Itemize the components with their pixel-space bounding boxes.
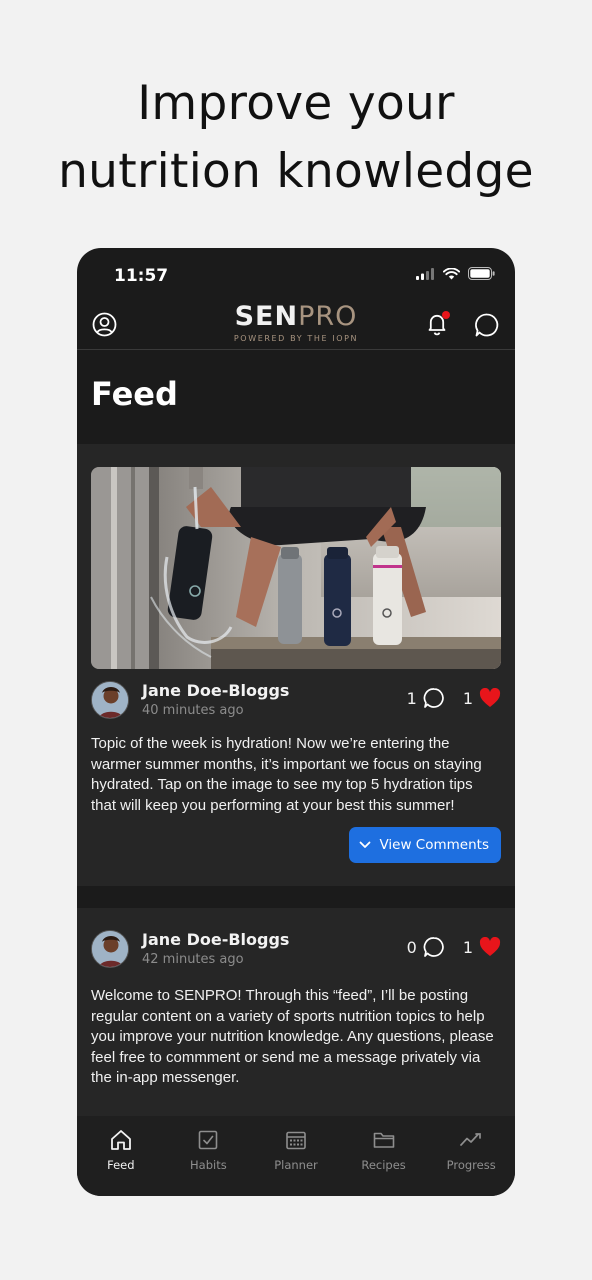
- folder-icon: [373, 1132, 394, 1148]
- post-stats: 0 1: [407, 936, 501, 958]
- promo-headline: Improve your nutrition knowledge: [0, 70, 592, 206]
- tab-label: Recipes: [361, 1158, 406, 1172]
- notification-bell-icon[interactable]: [423, 310, 451, 338]
- chevron-down-icon: [360, 841, 371, 848]
- view-comments-button[interactable]: View Comments: [349, 827, 501, 863]
- tab-habits[interactable]: Habits: [165, 1116, 253, 1196]
- tab-progress[interactable]: Progress: [427, 1116, 515, 1196]
- post-author-row: Jane Doe-Bloggs 40 minutes ago 1 1: [91, 681, 501, 721]
- heart-icon[interactable]: [479, 688, 501, 708]
- post-separator: [77, 886, 515, 908]
- comment-count: 1: [406, 688, 417, 708]
- profile-icon[interactable]: [92, 312, 117, 337]
- tab-label: Feed: [107, 1158, 135, 1172]
- like-count: 1: [462, 688, 473, 708]
- post-timestamp: 40 minutes ago: [142, 703, 244, 718]
- status-time: 11:57: [114, 266, 169, 286]
- comment-count: 0: [406, 937, 417, 957]
- heart-icon[interactable]: [479, 937, 501, 957]
- comment-icon[interactable]: [423, 936, 445, 958]
- status-bar: 11:57: [77, 248, 515, 300]
- messages-icon[interactable]: [474, 312, 500, 338]
- checkbox-icon: [199, 1130, 218, 1150]
- post-stats: 1 1: [407, 687, 501, 709]
- page-title: Feed: [91, 375, 178, 413]
- feed-title-area: Feed: [77, 351, 515, 444]
- author-name[interactable]: Jane Doe-Bloggs: [142, 681, 289, 700]
- app-header: SENPRO POWERED BY THE IOPN: [77, 300, 515, 350]
- headline-line-1: Improve your: [137, 76, 455, 131]
- wifi-icon: [443, 267, 460, 279]
- feed-post: Jane Doe-Bloggs 40 minutes ago 1 1 Topic…: [77, 444, 515, 886]
- post-timestamp: 42 minutes ago: [142, 952, 244, 967]
- tab-recipes[interactable]: Recipes: [340, 1116, 428, 1196]
- comment-icon[interactable]: [423, 687, 445, 709]
- tab-feed[interactable]: Feed: [77, 1116, 165, 1196]
- bottom-tab-bar: Feed Habits Planner Recipes Progress: [77, 1116, 515, 1196]
- tab-label: Habits: [190, 1158, 227, 1172]
- calendar-icon: [286, 1131, 306, 1150]
- tab-label: Planner: [274, 1158, 318, 1172]
- author-avatar[interactable]: [91, 681, 129, 719]
- trend-icon: [460, 1133, 482, 1146]
- battery-icon: [468, 267, 495, 280]
- like-count: 1: [462, 937, 473, 957]
- tab-planner[interactable]: Planner: [252, 1116, 340, 1196]
- cellular-signal-icon: [416, 267, 434, 280]
- view-comments-label: View Comments: [379, 837, 489, 853]
- logo-sen-text: SEN: [234, 301, 299, 332]
- post-author-row: Jane Doe-Bloggs 42 minutes ago 0 1: [91, 930, 501, 970]
- post-body: Welcome to SENPRO! Through this “feed”, …: [91, 987, 494, 1086]
- tab-label: Progress: [446, 1158, 496, 1172]
- home-icon: [110, 1130, 131, 1150]
- phone-frame: 11:57 SENPRO POWERED BY THE IOPN Feed Ja…: [77, 248, 515, 1196]
- feed-post: Jane Doe-Bloggs 42 minutes ago 0 1 Welco…: [77, 908, 515, 1118]
- author-name[interactable]: Jane Doe-Bloggs: [142, 930, 289, 949]
- headline-line-2: nutrition knowledge: [58, 144, 534, 199]
- post-image[interactable]: [91, 467, 501, 669]
- logo-pro-text: PRO: [298, 301, 358, 332]
- author-avatar[interactable]: [91, 930, 129, 968]
- post-body: Topic of the week is hydration! Now we’r…: [91, 735, 482, 814]
- status-icons: [416, 267, 495, 280]
